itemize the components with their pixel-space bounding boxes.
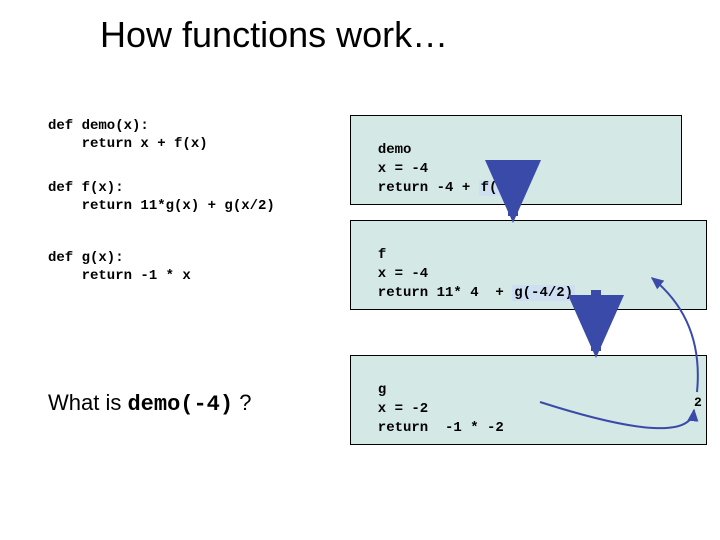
frame-f-call: g(-4/2) [512, 285, 575, 301]
frame-demo-header: demo [378, 142, 412, 158]
frame-demo-body: x = -4 return -4 + [361, 161, 479, 196]
frame-f-tail: + [487, 285, 512, 301]
frame-f-header: f [378, 247, 386, 263]
frame-demo: demo x = -4 return -4 + f(-4) [350, 115, 682, 205]
frame-demo-call: f(-4) [479, 180, 525, 196]
frame-g-body: x = -2 return -1 * -2 [361, 401, 504, 436]
frame-f-body: x = -4 return 11* 4 [361, 266, 487, 301]
question-pre: What is [48, 390, 127, 415]
g-return-value: 2 [694, 395, 702, 410]
question: What is demo(-4) ? [48, 390, 251, 417]
page-title: How functions work… [100, 14, 448, 56]
frame-f: f x = -4 return 11* 4 + g(-4/2) [350, 220, 707, 310]
frame-g-header: g [378, 382, 386, 398]
code-def-f: def f(x): return 11*g(x) + g(x/2) [48, 180, 275, 215]
question-mono: demo(-4) [127, 392, 233, 417]
frame-g: g x = -2 return -1 * -2 [350, 355, 707, 445]
code-def-g: def g(x): return -1 * x [48, 250, 191, 285]
code-def-demo: def demo(x): return x + f(x) [48, 118, 208, 153]
question-post: ? [233, 390, 251, 415]
